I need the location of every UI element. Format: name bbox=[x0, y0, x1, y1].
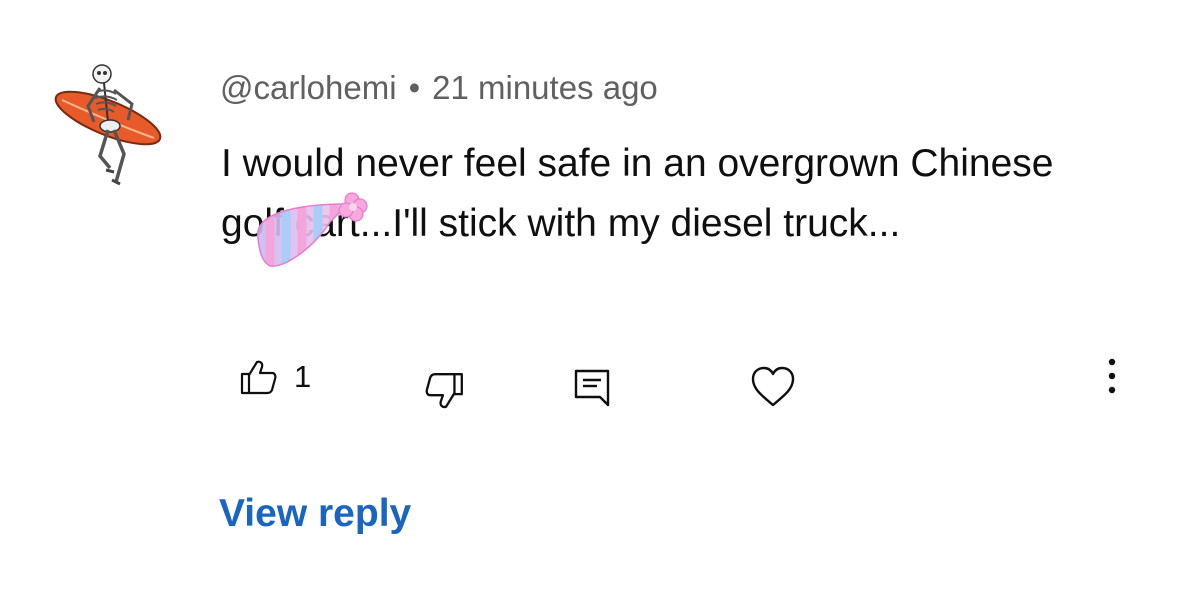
view-reply-link[interactable]: View reply bbox=[219, 488, 411, 540]
comment-timestamp[interactable]: 21 minutes ago bbox=[432, 69, 658, 106]
comment-icon bbox=[574, 369, 610, 407]
meta-separator: • bbox=[408, 69, 421, 106]
like-count: 1 bbox=[294, 359, 312, 394]
reply-button[interactable] bbox=[572, 366, 616, 414]
thumbs-down-icon bbox=[425, 373, 463, 409]
comment-meta: @carlohemi • 21 minutes ago bbox=[220, 66, 658, 110]
more-vertical-icon bbox=[1108, 358, 1116, 394]
party-hat-sticker bbox=[248, 186, 378, 270]
author-handle[interactable]: @carlohemi bbox=[220, 69, 397, 106]
avatar[interactable] bbox=[50, 60, 168, 186]
thumbs-up-icon bbox=[240, 360, 277, 395]
party-hat-icon bbox=[257, 192, 368, 267]
heart-icon bbox=[751, 366, 795, 407]
like-button[interactable]: 1 bbox=[238, 352, 311, 402]
dislike-button[interactable] bbox=[424, 368, 470, 414]
more-options-button[interactable] bbox=[1096, 356, 1128, 396]
heart-button[interactable] bbox=[750, 364, 798, 410]
skeleton-surfboard-icon bbox=[54, 64, 162, 186]
